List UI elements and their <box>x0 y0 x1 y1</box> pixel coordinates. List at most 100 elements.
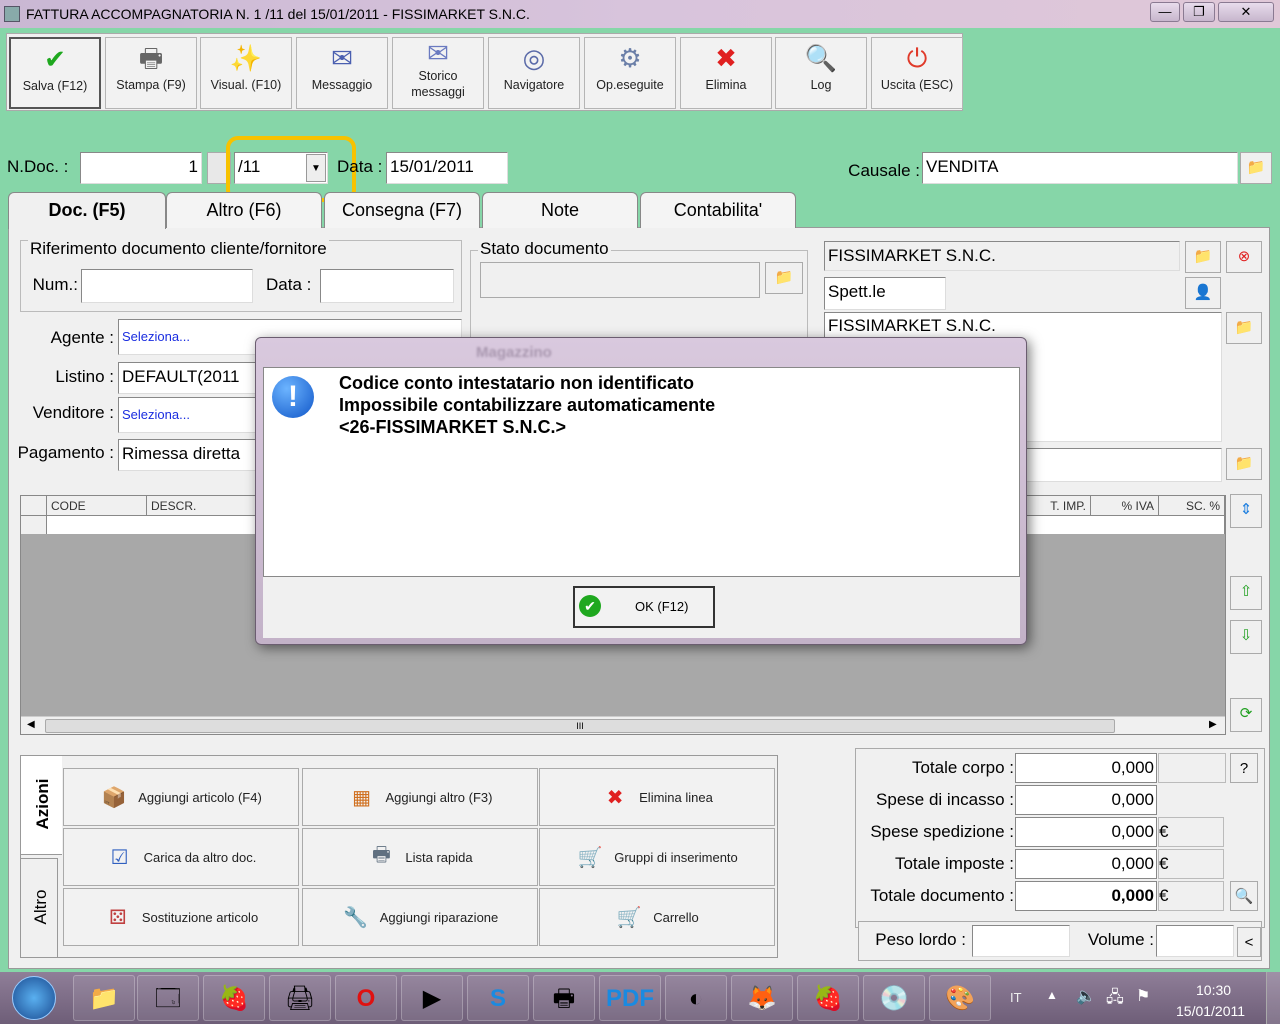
scrollbar-thumb[interactable]: III <box>45 719 1115 733</box>
column-header-iva[interactable]: % IVA <box>1091 496 1159 516</box>
horizontal-scrollbar[interactable]: ◀ III ▶ <box>21 716 1225 734</box>
tab-consegna[interactable]: Consegna (F7) <box>324 192 480 228</box>
action-sostituzione-articolo[interactable]: ⚄ Sostituzione articolo <box>63 888 299 946</box>
taskbar-app-icon[interactable]: 📁 <box>73 975 135 1021</box>
clock-time[interactable]: 10:30 <box>1196 982 1231 998</box>
taskbar-app-icon[interactable]: 🍓 <box>797 975 859 1021</box>
tab-doc[interactable]: Doc. (F5) <box>8 192 166 229</box>
tab-note[interactable]: Note <box>482 192 638 228</box>
dialog-line: Codice conto intestatario non identifica… <box>339 373 695 393</box>
column-header-code[interactable]: CODE <box>47 496 147 516</box>
action-aggiungi-riparazione[interactable]: 🔧 Aggiungi riparazione <box>302 888 538 946</box>
rif-num-input[interactable] <box>81 269 253 303</box>
action-aggiungi-articolo-f[interactable]: 📦 Aggiungi articolo (F4) <box>63 768 299 826</box>
rif-data-input[interactable] <box>320 269 454 303</box>
reorder-button[interactable]: ⇕ <box>1230 494 1262 528</box>
toolbar-button-log[interactable]: 🔍 Log <box>775 37 867 109</box>
taskbar-app-icon[interactable]: S <box>467 975 529 1021</box>
taskbar-app-icon[interactable]: PDF <box>599 975 661 1021</box>
language-indicator[interactable]: IT <box>1010 990 1022 1005</box>
folder-icon: 📁 <box>1234 455 1254 472</box>
cliente-clear-button[interactable]: ⊗ <box>1226 241 1262 273</box>
dialog-message: Codice conto intestatario non identifica… <box>339 372 715 438</box>
toolbar-button-uscita[interactable]: ⏻ Uscita (ESC) <box>871 37 963 109</box>
action-lista-rapida[interactable]: 🖶 Lista rapida <box>302 828 538 886</box>
zoom-totals-button[interactable]: 🔍 <box>1230 881 1258 911</box>
taskbar-app-icon[interactable]: ◐ <box>665 975 727 1021</box>
toolbar-button-navigatore[interactable]: ◎ Navigatore <box>488 37 580 109</box>
action-aggiungi-altro-f[interactable]: ▦ Aggiungi altro (F3) <box>302 768 538 826</box>
toolbar-button-visual[interactable]: ✨ Visual. (F10) <box>200 37 292 109</box>
taskbar-app-icon[interactable]: 💿 <box>863 975 925 1021</box>
move-up-button[interactable]: ⇧ <box>1230 576 1262 610</box>
causale-input[interactable]: VENDITA <box>922 152 1238 184</box>
tab-altro[interactable]: Altro <box>20 858 58 958</box>
peso-input[interactable] <box>972 925 1070 957</box>
action-carica-da-altro-doc[interactable]: ☑ Carica da altro doc. <box>63 828 299 886</box>
toolbar-button-storico[interactable]: ✉ Storico messaggi <box>392 37 484 109</box>
taskbar-app-icon[interactable]: 🎨 <box>929 975 991 1021</box>
date-input[interactable]: 15/01/2011 <box>386 152 508 184</box>
ndoc-input[interactable]: 1 <box>80 152 202 184</box>
clock-date[interactable]: 15/01/2011 <box>1176 1003 1245 1019</box>
help-button[interactable]: ? <box>1230 753 1258 783</box>
column-header-imp[interactable]: T. IMP. <box>1027 496 1091 516</box>
stato-input[interactable] <box>480 262 760 298</box>
ok-button-label: OK (F12) <box>635 599 689 614</box>
move-down-button[interactable]: ⇩ <box>1230 620 1262 654</box>
taskbar-app-icon[interactable]: 🖨 <box>269 975 331 1021</box>
toolbar-button-salva[interactable]: ✔ Salva (F12) <box>9 37 101 109</box>
collapse-button[interactable]: < <box>1237 927 1261 957</box>
taskbar-app-icon[interactable]: 🍓 <box>203 975 265 1021</box>
causale-folder-button[interactable]: 📁 <box>1240 152 1272 184</box>
taskbar-app-icon[interactable]: 🖶 <box>533 975 595 1021</box>
address-line: FISSIMARKET S.N.C. <box>828 316 996 335</box>
action-elimina-linea[interactable]: ✖ Elimina linea <box>539 768 775 826</box>
ok-button[interactable]: ✔ OK (F12) <box>573 586 715 628</box>
toolbar-button-label: Stampa (F9) <box>116 78 186 92</box>
totale-corpo-extra <box>1158 753 1226 783</box>
folder-icon: 📁 <box>1193 248 1213 265</box>
action-carrello[interactable]: 🛒 Carrello <box>539 888 775 946</box>
action-gruppi-di-inserimento[interactable]: 🛒 Gruppi di inserimento <box>539 828 775 886</box>
minimize-button[interactable]: — <box>1150 2 1180 22</box>
taskbar-app-icon[interactable]: 🗔 <box>137 975 199 1021</box>
start-button[interactable] <box>12 976 56 1020</box>
tab-altro[interactable]: Altro (F6) <box>166 192 322 228</box>
close-button[interactable]: ✕ <box>1218 2 1274 22</box>
toolbar-button-elimina[interactable]: ✖ Elimina <box>680 37 772 109</box>
taskbar-app-icon[interactable]: ▶ <box>401 975 463 1021</box>
flag-icon[interactable]: ⚑ <box>1136 986 1150 1006</box>
address-folder-button[interactable]: 📁 <box>1226 312 1262 344</box>
causale-label: Causale : <box>848 161 920 180</box>
toolbar-button-stampa[interactable]: 🖶 Stampa (F9) <box>105 37 197 109</box>
toolbar-button-label: Log <box>810 78 832 92</box>
action-icon: ⚄ <box>109 906 127 929</box>
taskbar-app-icon[interactable]: 🦊 <box>731 975 793 1021</box>
toolbar-button-opeseguite[interactable]: ⚙ Op.eseguite <box>584 37 676 109</box>
spese-spedizione-value: 0,000 <box>1015 817 1157 847</box>
show-desktop-button[interactable] <box>1266 972 1280 1024</box>
taskbar-app-icon[interactable]: O <box>335 975 397 1021</box>
tab-azioni[interactable]: Azioni <box>20 755 62 855</box>
pagamento-label: Pagamento : <box>17 443 114 462</box>
tray-expand-icon[interactable]: ▲ <box>1046 988 1058 1002</box>
network-icon[interactable]: 🖧 <box>1106 986 1124 1013</box>
maximize-button[interactable]: ❐ <box>1183 2 1215 22</box>
volume-icon[interactable]: 🔈 <box>1076 986 1096 1006</box>
title-input[interactable]: Spett.le <box>824 277 946 310</box>
cliente-name-input[interactable]: FISSIMARKET S.N.C. <box>824 241 1180 271</box>
scroll-left-arrow[interactable]: ◀ <box>27 719 35 730</box>
cliente-folder-button[interactable]: 📁 <box>1185 241 1221 273</box>
toolbar-button-label: Navigatore <box>503 78 565 92</box>
stato-folder-button[interactable]: 📁 <box>765 262 803 294</box>
refresh-icon: ⟳ <box>1239 705 1253 722</box>
column-header-sc[interactable]: SC. % <box>1159 496 1225 516</box>
toolbar-button-messaggio[interactable]: ✉ Messaggio <box>296 37 388 109</box>
refresh-button[interactable]: ⟳ <box>1230 698 1262 732</box>
volume-input[interactable] <box>1156 925 1234 957</box>
destination-folder-button[interactable]: 📁 <box>1226 448 1262 480</box>
cliente-search-button[interactable]: 👤 <box>1185 277 1221 309</box>
scroll-right-arrow[interactable]: ▶ <box>1209 719 1217 730</box>
tab-contabilita[interactable]: Contabilita' <box>640 192 796 228</box>
